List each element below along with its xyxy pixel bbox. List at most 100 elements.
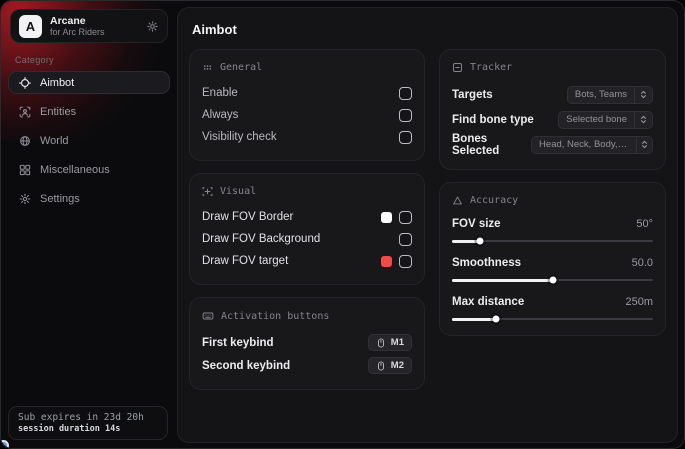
sub-expiry-text: Sub expires in 23d 20h [18, 412, 158, 423]
panel-accuracy: Accuracy FOV size 50° [439, 182, 666, 336]
app-logo: A [19, 15, 42, 38]
setting-row-fov-target: Draw FOV target [202, 250, 412, 272]
chevrons-up-down-icon [636, 137, 652, 153]
slider-thumb[interactable] [493, 316, 500, 323]
sidebar: A Arcane for Arc Riders Category [1, 1, 177, 448]
setting-group-smoothness: Smoothness 50.0 [452, 254, 653, 284]
session-duration-text: session duration 14s [18, 424, 158, 434]
dropdown-value: Head, Neck, Body, Fe... [532, 139, 636, 150]
setting-label: Find bone type [452, 114, 534, 126]
bones-selected-dropdown[interactable]: Head, Neck, Body, Fe... [531, 136, 653, 154]
sidebar-item-settings[interactable]: Settings [8, 187, 170, 210]
enable-checkbox[interactable] [399, 87, 412, 100]
category-label: Category [15, 55, 54, 65]
sidebar-item-label: World [40, 135, 69, 147]
dropdown-value: Bots, Teams [568, 89, 634, 100]
fov-background-checkbox[interactable] [399, 233, 412, 246]
sidebar-item-aimbot[interactable]: Aimbot [8, 71, 170, 94]
triangle-icon [452, 195, 463, 206]
sidebar-item-label: Settings [40, 193, 80, 205]
crosshair-icon [19, 77, 31, 89]
app-name: Arcane [50, 15, 138, 27]
mouse-icon [376, 361, 386, 371]
setting-row-visibility-check: Visibility check [202, 126, 412, 148]
setting-label: Bones Selected [452, 133, 531, 157]
slider-fill [452, 279, 553, 282]
max-distance-value: 250m [625, 296, 653, 308]
panel-title: Accuracy [470, 195, 518, 206]
subscription-box: Sub expires in 23d 20h session duration … [8, 406, 168, 440]
setting-row-second-keybind: Second keybind M2 [202, 354, 412, 377]
slider-fill [452, 240, 480, 243]
setting-row-fov-background: Draw FOV Background [202, 228, 412, 250]
visual-icon [202, 186, 213, 197]
fov-size-slider[interactable] [452, 237, 653, 245]
setting-label: Max distance [452, 296, 524, 308]
max-distance-slider[interactable] [452, 315, 653, 323]
slider-fill [452, 318, 496, 321]
visibility-check-checkbox[interactable] [399, 131, 412, 144]
targets-dropdown[interactable]: Bots, Teams [567, 86, 653, 104]
fov-border-color-swatch[interactable] [381, 212, 392, 223]
setting-row-find-bone-type: Find bone type Selected bone [452, 107, 653, 132]
window-frame: A Arcane for Arc Riders Category [0, 0, 685, 449]
sidebar-item-world[interactable]: World [8, 129, 170, 152]
fov-target-checkbox[interactable] [399, 255, 412, 268]
panel-tracker: Tracker Targets Bots, Teams [439, 49, 666, 170]
smoothness-slider[interactable] [452, 276, 653, 284]
fov-size-value: 50° [636, 218, 653, 230]
mouse-cursor [0, 440, 9, 449]
sidebar-item-entities[interactable]: Entities [8, 100, 170, 123]
keyboard-icon [202, 310, 214, 322]
grip-icon [202, 62, 213, 73]
grid-icon [19, 164, 31, 176]
setting-row-fov-border: Draw FOV Border [202, 206, 412, 228]
globe-icon [19, 135, 31, 147]
setting-label: Draw FOV Background [202, 233, 320, 245]
slider-thumb[interactable] [477, 238, 484, 245]
find-bone-type-dropdown[interactable]: Selected bone [558, 111, 653, 129]
setting-row-targets: Targets Bots, Teams [452, 82, 653, 107]
keybind-value: M2 [391, 360, 404, 371]
header-gear-icon[interactable] [146, 20, 159, 33]
app-identity: Arcane for Arc Riders [50, 15, 138, 37]
panel-title: Activation buttons [221, 311, 329, 322]
first-keybind-button[interactable]: M1 [368, 334, 412, 351]
app-subtitle: for Arc Riders [50, 27, 138, 37]
panel-title: Tracker [470, 62, 512, 73]
setting-row-bones-selected: Bones Selected Head, Neck, Body, Fe... [452, 132, 653, 157]
fov-border-checkbox[interactable] [399, 211, 412, 224]
keybind-value: M1 [391, 337, 404, 348]
always-checkbox[interactable] [399, 109, 412, 122]
panel-general: General Enable Always Visibility check [189, 49, 425, 161]
second-keybind-button[interactable]: M2 [368, 357, 412, 374]
setting-label: FOV size [452, 218, 501, 230]
slider-thumb[interactable] [549, 277, 556, 284]
panel-title: Visual [220, 186, 256, 197]
setting-label: Smoothness [452, 257, 521, 269]
sidebar-header-card: A Arcane for Arc Riders [10, 9, 168, 43]
setting-label: Always [202, 109, 238, 121]
setting-label: First keybind [202, 337, 274, 349]
sidebar-item-label: Miscellaneous [40, 164, 110, 176]
tracker-icon [452, 62, 463, 73]
sidebar-nav: Aimbot Entities World [8, 71, 170, 210]
setting-label: Second keybind [202, 360, 290, 372]
setting-label: Enable [202, 87, 238, 99]
setting-label: Draw FOV target [202, 255, 288, 267]
gear-icon [19, 193, 31, 205]
chevrons-up-down-icon [634, 87, 652, 103]
fov-target-color-swatch[interactable] [381, 256, 392, 267]
dropdown-value: Selected bone [559, 114, 634, 125]
setting-row-first-keybind: First keybind M1 [202, 331, 412, 354]
main-content: Aimbot General [177, 7, 678, 443]
page-title: Aimbot [192, 22, 666, 37]
panel-activation-buttons: Activation buttons First keybind M1 [189, 297, 425, 390]
entities-icon [19, 106, 31, 118]
sidebar-item-label: Aimbot [40, 77, 74, 89]
setting-row-enable: Enable [202, 82, 412, 104]
sidebar-item-miscellaneous[interactable]: Miscellaneous [8, 158, 170, 181]
smoothness-value: 50.0 [632, 257, 653, 269]
setting-group-max-distance: Max distance 250m [452, 293, 653, 323]
app-window: A Arcane for Arc Riders Category [0, 0, 685, 449]
